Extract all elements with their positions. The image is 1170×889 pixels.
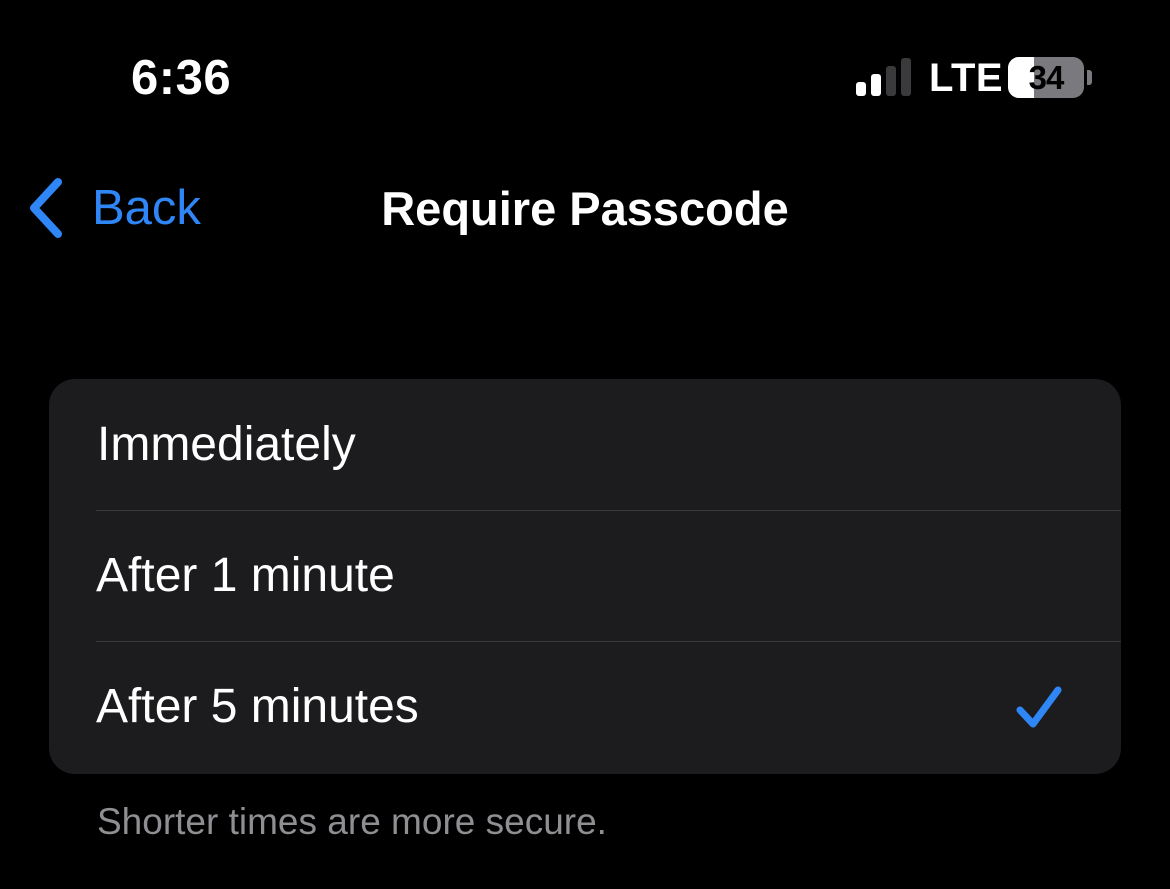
option-after-5-minutes[interactable]: After 5 minutes xyxy=(96,641,1121,772)
page-title: Require Passcode xyxy=(381,182,789,235)
status-bar: 6:36 LTE 34 xyxy=(0,0,1170,160)
option-label: After 1 minute xyxy=(96,549,395,602)
option-immediately[interactable]: Immediately xyxy=(49,379,1121,510)
signal-bar xyxy=(856,82,866,96)
status-time: 6:36 xyxy=(131,51,232,105)
signal-bar xyxy=(886,66,896,96)
network-type: LTE xyxy=(929,56,1004,100)
passcode-options-list: Immediately After 1 minute After 5 minut… xyxy=(49,379,1121,774)
battery-icon: 34 xyxy=(1008,57,1084,98)
option-label: Immediately xyxy=(97,417,356,471)
battery-level: 34 xyxy=(1028,58,1065,96)
signal-bar xyxy=(871,74,881,96)
battery-cap xyxy=(1087,70,1092,85)
option-after-1-minute[interactable]: After 1 minute xyxy=(96,510,1121,641)
cellular-signal-icon xyxy=(856,58,914,96)
checkmark-icon xyxy=(1016,686,1062,728)
footer-note: Shorter times are more secure. xyxy=(97,801,607,842)
option-label: After 5 minutes xyxy=(96,680,419,733)
navigation-bar: Back Require Passcode xyxy=(0,160,1170,260)
signal-bar xyxy=(901,58,911,96)
